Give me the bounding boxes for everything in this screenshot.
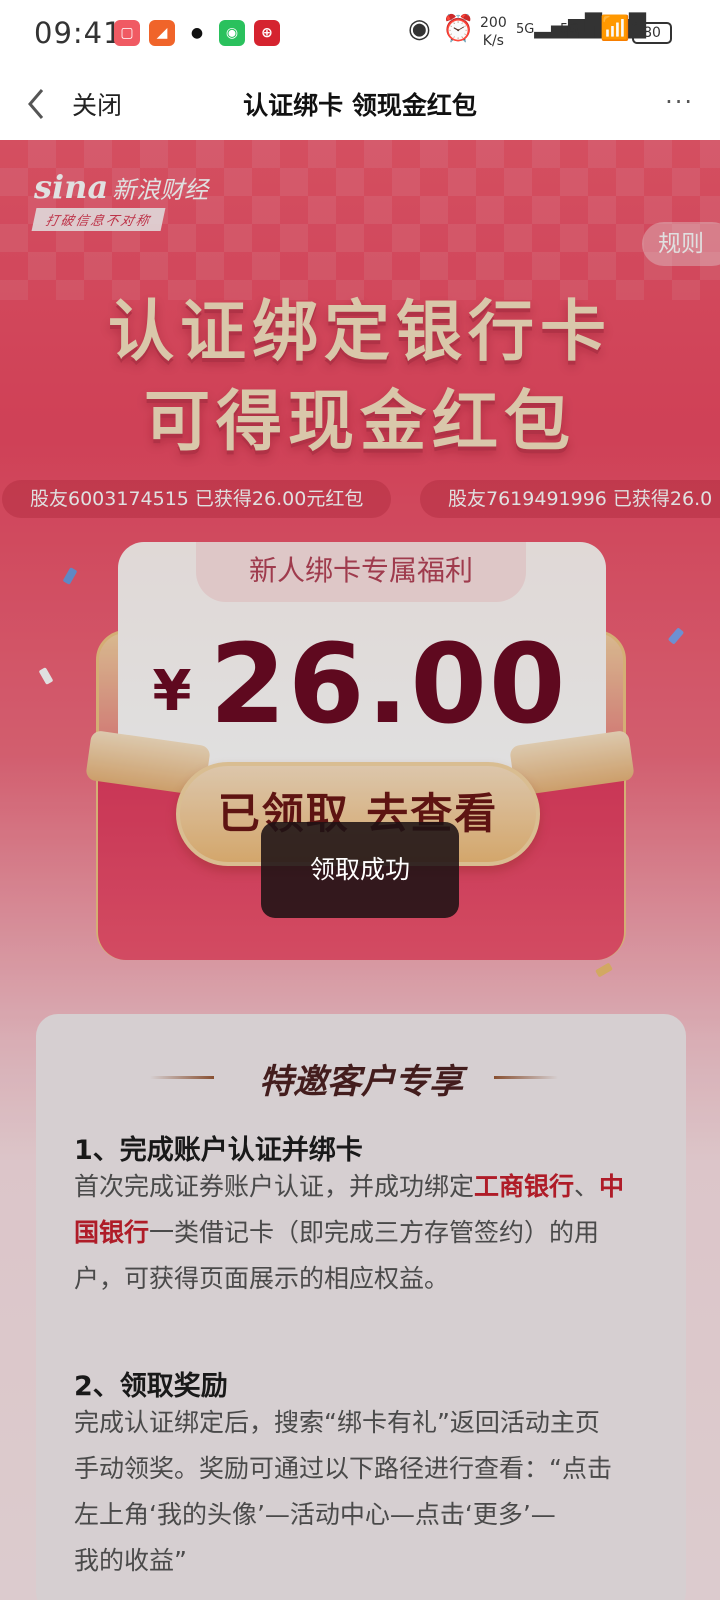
brand-name: 新浪财经 bbox=[112, 176, 209, 204]
bank-icbc: 工商银行 bbox=[474, 1172, 575, 1201]
rules-button[interactable]: 规则 bbox=[642, 222, 720, 266]
eye-icon: ◉ bbox=[408, 14, 431, 44]
battery-level: 80 bbox=[643, 25, 661, 41]
section-1-text-b: 一类借记卡（即完成三方存管签约）的用 bbox=[149, 1218, 600, 1247]
confetti bbox=[595, 962, 613, 978]
bank-boc-part1: 中 bbox=[599, 1172, 625, 1201]
section-2-title: 2、领取奖励 bbox=[74, 1371, 228, 1402]
section-1-text-c: 户，可获得页面展示的相应权益。 bbox=[74, 1264, 450, 1293]
wifi-icon: 📶 bbox=[600, 14, 630, 42]
ticker-item: 股友7619491996 已获得26.0 bbox=[420, 480, 720, 518]
status-bar: 09:41 ▢ ◢ ● ◉ ⊕ ◉ ⏰ 200 K/s 5G▂▄▆█ 5G▂▄▆… bbox=[0, 0, 720, 70]
sim1-label: 5G bbox=[516, 22, 535, 37]
section-2-body: 完成认证绑定后，搜索“绑卡有礼”返回活动主页 手动领奖。奖励可通过以下路径进行查… bbox=[74, 1400, 654, 1584]
section-1-body: 首次完成证券账户认证，并成功绑定工商银行、中 国银行一类借记卡（即完成三方存管签… bbox=[74, 1164, 654, 1302]
bank-boc-part2: 国银行 bbox=[74, 1218, 150, 1247]
toast-message: 领取成功 bbox=[261, 822, 459, 918]
battery-icon: 80 bbox=[632, 22, 672, 44]
title-divider-right bbox=[494, 1076, 558, 1079]
net-speed: 200 K/s bbox=[480, 14, 507, 54]
info-title: 特邀客户专享 bbox=[259, 1062, 463, 1102]
wechat-icon: ◉ bbox=[219, 20, 245, 46]
section-2-line: 手动领奖。奖励可通过以下路径进行查看：“点击 bbox=[74, 1454, 612, 1483]
red-app-icon: ▢ bbox=[114, 20, 140, 46]
amount-value: 26.00 bbox=[209, 620, 568, 748]
ticker-item: 股友6003174515 已获得26.00元红包 bbox=[2, 480, 392, 518]
welfare-tab: 新人绑卡专属福利 bbox=[196, 542, 526, 602]
separator: 、 bbox=[574, 1172, 600, 1201]
currency-symbol: ¥ bbox=[152, 659, 192, 724]
reward-amount: ¥26.00 bbox=[0, 620, 720, 748]
confetti bbox=[62, 567, 78, 585]
orange-app-icon: ◢ bbox=[149, 20, 175, 46]
section-2-line: 左上角‘我的头像’—活动中心—点击‘更多’— bbox=[74, 1500, 556, 1529]
qq-icon: ● bbox=[184, 20, 210, 46]
info-card: 特邀客户专享 1、完成账户认证并绑卡 首次完成证券账户认证，并成功绑定工商银行、… bbox=[36, 1014, 686, 1600]
status-time: 09:41 bbox=[34, 16, 123, 50]
sina-finance-logo: sina 新浪财经 打破信息不对称 bbox=[31, 168, 209, 231]
sim2-label: 5G bbox=[560, 22, 579, 37]
brand-slogan: 打破信息不对称 bbox=[31, 208, 166, 231]
net-speed-unit: K/s bbox=[482, 33, 504, 49]
net-speed-value: 200 bbox=[480, 15, 507, 31]
section-2-line: 完成认证绑定后，搜索“绑卡有礼”返回活动主页 bbox=[74, 1408, 600, 1437]
nav-bar: 关闭 认证绑卡 领现金红包 ··· bbox=[0, 70, 720, 140]
section-1-title: 1、完成账户认证并绑卡 bbox=[74, 1135, 363, 1166]
headline-line-1: 认证绑定银行卡 bbox=[108, 293, 612, 370]
section-2-line: 我的收益” bbox=[74, 1546, 187, 1575]
alarm-icon: ⏰ bbox=[442, 14, 475, 44]
bank-app-icon: ⊕ bbox=[254, 20, 280, 46]
section-1-text: 首次完成证券账户认证，并成功绑定 bbox=[74, 1172, 475, 1201]
more-options-button[interactable]: ··· bbox=[665, 88, 694, 116]
headline-line-2: 可得现金红包 bbox=[144, 383, 576, 460]
page-title: 认证绑卡 领现金红包 bbox=[243, 91, 477, 120]
sina-mark: sina bbox=[34, 168, 109, 206]
